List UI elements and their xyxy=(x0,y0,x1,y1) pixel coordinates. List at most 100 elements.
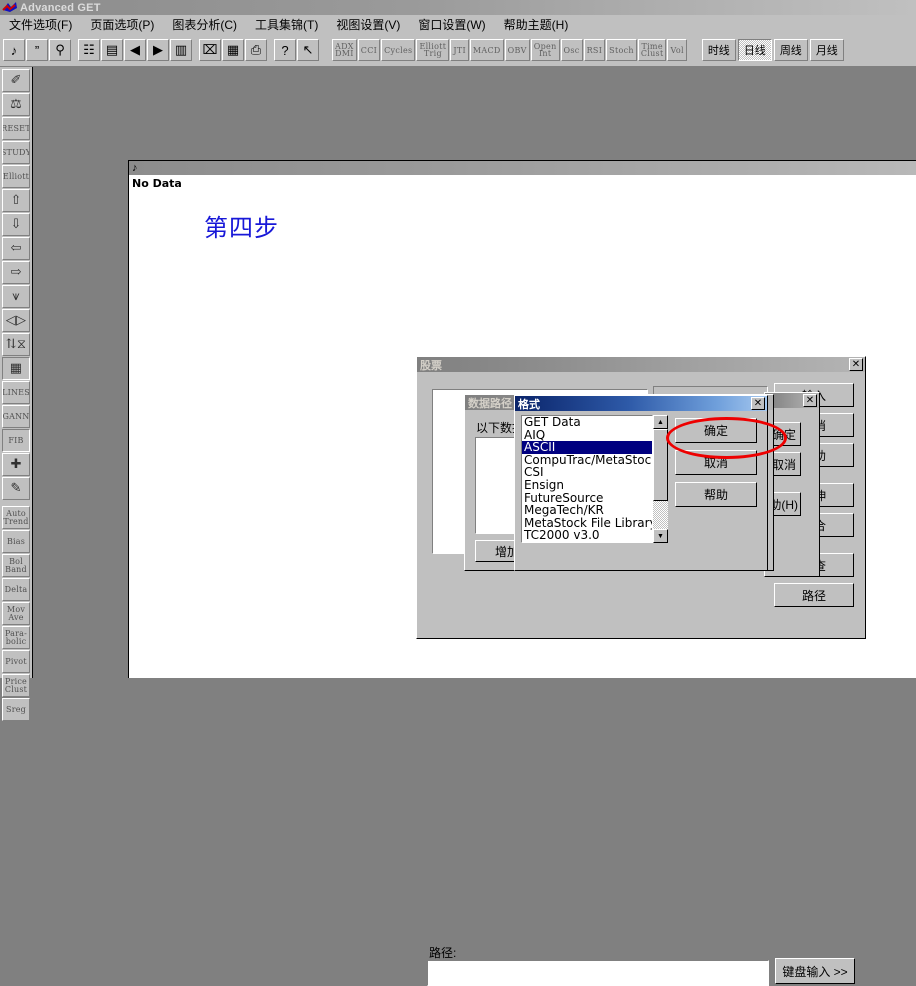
indicator-obv[interactable]: OBV xyxy=(504,39,530,61)
sidebar-crosshair[interactable]: ✚ xyxy=(2,453,30,476)
sidebar-notes[interactable]: ✎ xyxy=(2,477,30,500)
sidebar-balance[interactable]: ⚖ xyxy=(2,93,30,116)
sidebar-bias[interactable]: Bias xyxy=(2,530,30,553)
window-title: Advanced GET xyxy=(20,1,101,14)
timeframe-monthly[interactable]: 月线 xyxy=(809,39,844,61)
format-listbox-scrollbar[interactable]: ▲ ▼ xyxy=(653,415,668,543)
timeframe-hourly[interactable]: 时线 xyxy=(701,39,736,61)
indicator-stoch[interactable]: Stoch xyxy=(606,39,637,61)
sidebar-item-label: Clust xyxy=(4,684,28,694)
format-ok-button[interactable]: 确定 xyxy=(675,418,757,443)
scrollbar-track[interactable] xyxy=(653,429,668,529)
layout-icon[interactable]: ▦ xyxy=(222,39,244,61)
sidebar-expand-horizontal[interactable]: ◁▷ xyxy=(2,309,30,332)
format-list-item[interactable]: Ensign xyxy=(522,479,652,492)
sidebar-pivot[interactable]: Pivot xyxy=(2,650,30,673)
sidebar-bars[interactable]: ⩛ xyxy=(2,285,30,308)
indicator-label-line1: RSI xyxy=(586,45,603,55)
sidebar-reset[interactable]: RESET xyxy=(2,117,30,140)
sidebar-left[interactable]: ⇦ xyxy=(2,237,30,260)
quote-icon[interactable]: ” xyxy=(26,39,48,61)
format-list-item[interactable]: MegaTech/KR xyxy=(522,504,652,517)
format-cancel-button[interactable]: 取消 xyxy=(675,450,757,475)
indicator-open-int[interactable]: Open Int xyxy=(530,39,560,61)
note-icon[interactable]: ♪ xyxy=(3,39,25,61)
timeframe-daily[interactable]: 日线 xyxy=(737,39,772,61)
sidebar-fib[interactable]: FIB xyxy=(2,429,30,452)
sidebar-open-study[interactable]: ✐ xyxy=(2,69,30,92)
path-input[interactable] xyxy=(427,960,769,986)
menu-page[interactable]: 页面选项(P) xyxy=(81,14,163,35)
sidebar-item-label: STUDY xyxy=(2,147,30,157)
help-icon[interactable]: ? xyxy=(274,39,296,61)
format-list-item[interactable]: GET Data xyxy=(522,416,652,429)
indicator-label-line1: JTI xyxy=(453,45,466,55)
new-document-icon[interactable]: ☷ xyxy=(78,39,100,61)
sidebar-elliott[interactable]: Elliott xyxy=(2,165,30,188)
sidebar-parabolic[interactable]: Para-bolic xyxy=(2,626,30,649)
step-annotation: 第四步 xyxy=(204,214,279,242)
copy-page-icon[interactable]: ▥ xyxy=(170,39,192,61)
sidebar-price-clust[interactable]: Price Clust xyxy=(2,674,30,697)
sidebar-up[interactable]: ⇧ xyxy=(2,189,30,212)
indicator-elliott-trig[interactable]: Elliott Trig xyxy=(416,39,450,61)
sidebar-gann[interactable]: GANN xyxy=(2,405,30,428)
sidebar-study[interactable]: STUDY xyxy=(2,141,30,164)
menu-view[interactable]: 视图设置(V) xyxy=(327,14,409,35)
delete-page-icon[interactable]: ⌧ xyxy=(199,39,221,61)
format-dialog-close-button[interactable]: ✕ xyxy=(751,397,765,410)
sidebar-sreg[interactable]: Sreg xyxy=(2,698,30,721)
sidebar-scale[interactable]: ⇅⧖ xyxy=(2,333,30,356)
indicator-label-line2: Trig xyxy=(423,49,442,58)
indicator-time-clust[interactable]: Time Clust xyxy=(637,39,667,61)
indicator-macd[interactable]: MACD xyxy=(469,39,504,61)
sidebar-down[interactable]: ⇩ xyxy=(2,213,30,236)
sidebar-lines[interactable]: LINES xyxy=(2,381,30,404)
scroll-up-arrow-icon[interactable]: ▲ xyxy=(653,415,668,429)
secondary-dialog-close-button[interactable]: ✕ xyxy=(803,394,817,407)
timeframe-weekly[interactable]: 周线 xyxy=(773,39,808,61)
sidebar-bol-band[interactable]: Bol Band xyxy=(2,554,30,577)
sidebar-scale-glyph-icon: ⇅⧖ xyxy=(5,337,27,352)
zoom-icon[interactable]: ⚲ xyxy=(49,39,71,61)
menu-chart-analysis[interactable]: 图表分析(C) xyxy=(163,14,246,35)
indicator-rsi[interactable]: RSI xyxy=(583,39,606,61)
stock-button-path[interactable]: 路径 xyxy=(774,583,854,607)
context-help-icon[interactable]: ↖ xyxy=(297,39,319,61)
page-forward-icon[interactable]: ▶ xyxy=(147,39,169,61)
save-icon[interactable]: ▤ xyxy=(101,39,123,61)
page-back-icon[interactable]: ◀ xyxy=(124,39,146,61)
scroll-down-arrow-icon[interactable]: ▼ xyxy=(653,529,668,543)
indicator-osc[interactable]: Osc xyxy=(560,39,583,61)
format-listbox[interactable]: GET Data AIQ ASCII CompuTrac/MetaStock CSI En… xyxy=(521,415,653,543)
sidebar-notes-glyph-icon: ✎ xyxy=(10,481,22,496)
format-list-item[interactable]: TC2000 v4.x xyxy=(522,542,652,543)
stock-dialog-close-button[interactable]: ✕ xyxy=(849,358,863,371)
sidebar-grid[interactable]: ▦ xyxy=(2,357,30,380)
indicator-jti[interactable]: JTI xyxy=(450,39,469,61)
sidebar-delta[interactable]: Delta xyxy=(2,578,30,601)
sidebar-item-label: Sreg xyxy=(6,704,26,714)
indicator-label-line1: Osc xyxy=(563,45,580,55)
sidebar-item-label: bolic xyxy=(5,636,27,646)
indicator-vol[interactable]: Vol xyxy=(667,39,687,61)
menu-tools[interactable]: 工具集锦(T) xyxy=(246,14,327,35)
sidebar-right[interactable]: ⇨ xyxy=(2,261,30,284)
indicator-label-line1: CCI xyxy=(360,45,378,55)
menu-window[interactable]: 窗口设置(W) xyxy=(409,14,494,35)
menu-file[interactable]: 文件选项(F) xyxy=(0,14,81,35)
menu-help[interactable]: 帮助主题(H) xyxy=(495,14,578,35)
format-help-button[interactable]: 帮助 xyxy=(675,482,757,507)
indicator-cycles[interactable]: Cycles xyxy=(381,39,416,61)
stock-dialog-titlebar: 股票 ✕ xyxy=(417,357,865,372)
sidebar-expand-horizontal-glyph-icon: ◁▷ xyxy=(5,313,27,328)
print-icon[interactable]: ⎙ xyxy=(245,39,267,61)
sidebar-up-glyph-icon: ⇧ xyxy=(10,193,22,208)
sidebar-auto-trend[interactable]: Auto Trend xyxy=(2,506,30,529)
indicator-cci[interactable]: CCI xyxy=(357,39,381,61)
indicator-adx-dmi[interactable]: ADX DMI xyxy=(332,39,357,61)
scrollbar-thumb[interactable] xyxy=(653,429,668,501)
keyboard-input-button[interactable]: 键盘输入 >> xyxy=(775,958,855,984)
format-list-item[interactable]: ASCII xyxy=(522,441,652,454)
sidebar-mov-ave[interactable]: Mov Ave xyxy=(2,602,30,625)
